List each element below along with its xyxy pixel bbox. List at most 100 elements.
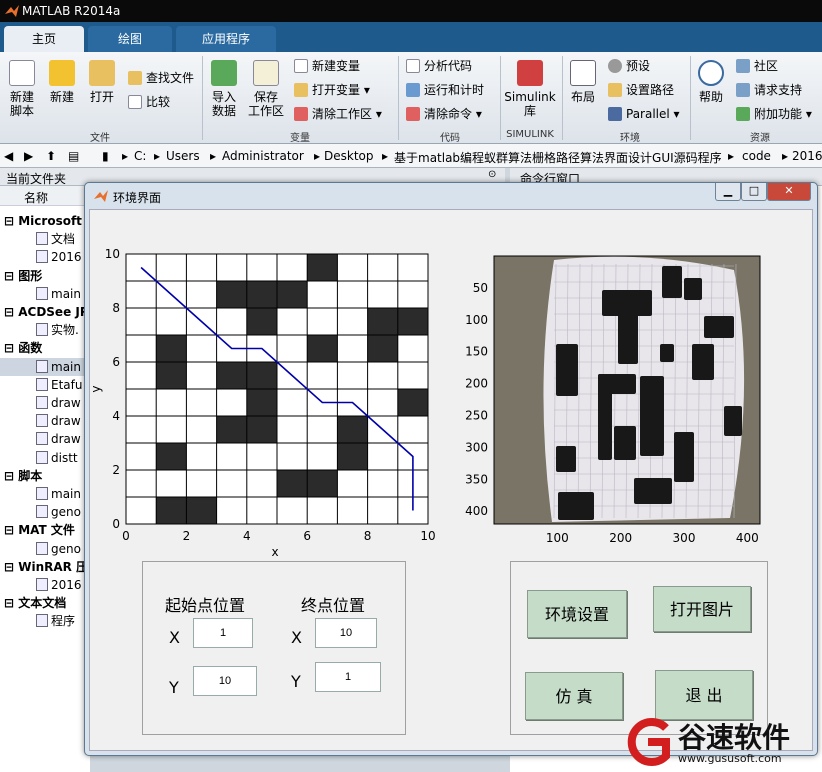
folder-group-header[interactable]: ⊟ 函数	[0, 339, 90, 357]
file-item[interactable]: 2016	[0, 576, 90, 594]
obstacle-cell	[216, 281, 247, 308]
save-workspace-button[interactable]: 保存 工作区	[246, 54, 286, 118]
x-tick-label: 100	[546, 531, 569, 545]
collapse-icon[interactable]: ⊟	[4, 305, 18, 319]
new-button[interactable]: 新建	[44, 54, 80, 104]
breadcrumb-part[interactable]: C:	[134, 149, 146, 163]
file-item[interactable]: draw	[0, 412, 90, 430]
x-tick-label: 300	[673, 531, 696, 545]
browse-folder-icon[interactable]: ▤	[68, 149, 79, 163]
folder-group-header[interactable]: ⊟ ACDSee JP	[0, 303, 90, 321]
collapse-icon[interactable]: ⊟	[4, 269, 18, 283]
help-button[interactable]: 帮助	[694, 54, 728, 104]
tab-apps[interactable]: 应用程序	[176, 26, 276, 52]
collapse-icon[interactable]: ⊟	[4, 469, 18, 483]
simulate-button[interactable]: 仿 真	[525, 672, 623, 720]
collapse-icon[interactable]: ⊟	[4, 560, 18, 574]
dialog-title-bar[interactable]: 环境界面 ▁ □ ✕	[89, 183, 815, 209]
folder-group-header[interactable]: ⊟ 脚本	[0, 467, 90, 485]
breadcrumb-part[interactable]: 2016	[792, 149, 822, 163]
collapse-icon[interactable]: ⊟	[4, 341, 18, 355]
file-item[interactable]: Etafu	[0, 376, 90, 394]
dialog-content: 0 2 4 6 8 10 0 2 4 6 8 10 x y 100 200 300 400 50 100 150 200…	[89, 209, 813, 751]
file-item[interactable]: 程序	[0, 612, 90, 630]
analyze-code-button[interactable]: 分析代码	[406, 56, 472, 76]
file-item[interactable]: geno	[0, 540, 90, 558]
collapse-icon[interactable]: ⊟	[4, 596, 18, 610]
open-variable-button[interactable]: 打开变量 ▾	[294, 80, 370, 100]
file-item[interactable]: 实物.	[0, 321, 90, 339]
start-x-input[interactable]	[193, 618, 253, 648]
clear-commands-button[interactable]: 清除命令 ▾	[406, 104, 482, 124]
back-arrow-icon[interactable]: ◀	[4, 149, 13, 163]
tab-home[interactable]: 主页	[4, 26, 84, 52]
folder-group-header[interactable]: ⊟ WinRAR 压	[0, 558, 90, 576]
y-tick-label: 50	[473, 281, 488, 295]
folder-group-header[interactable]: ⊟ Microsoft	[0, 212, 90, 230]
collapse-icon[interactable]: ⊟	[4, 214, 18, 228]
breadcrumb-part[interactable]: 基于matlab编程蚁群算法栅格路径算法界面设计GUI源码程序	[394, 149, 722, 166]
run-and-time-button[interactable]: 运行和计时	[406, 80, 484, 100]
layout-icon	[570, 60, 596, 86]
close-button[interactable]: ✕	[767, 183, 811, 201]
file-item[interactable]: geno	[0, 503, 90, 521]
obstacle-cell	[156, 362, 187, 389]
address-bar: ◀ ▶ ⬆ ▤ ▮ ▸ C: ▸ Users ▸ Administrator ▸…	[0, 144, 822, 168]
simulink-library-button[interactable]: Simulink 库	[504, 54, 556, 118]
file-item[interactable]: 文档	[0, 230, 90, 248]
request-support-button[interactable]: 请求支持	[736, 80, 802, 100]
simulink-icon	[517, 60, 543, 86]
file-icon	[36, 286, 48, 300]
column-header[interactable]: 名称	[0, 186, 90, 206]
minimize-button[interactable]: ▁	[715, 183, 741, 201]
find-files-button[interactable]: 查找文件	[128, 68, 194, 88]
clear-workspace-button[interactable]: 清除工作区 ▾	[294, 104, 382, 124]
new-variable-button[interactable]: 新建变量	[294, 56, 360, 76]
environment-settings-button[interactable]: 环境设置	[527, 590, 627, 638]
folder-group-header[interactable]: ⊟ 图形	[0, 267, 90, 285]
collapse-icon[interactable]: ⊟	[4, 523, 18, 537]
obstacle-block	[674, 432, 694, 482]
gear-icon	[608, 59, 622, 73]
forward-arrow-icon[interactable]: ▶	[24, 149, 33, 163]
file-icon	[36, 450, 48, 464]
open-image-button[interactable]: 打开图片	[653, 586, 751, 632]
layout-button[interactable]: 布局	[566, 54, 600, 104]
community-button[interactable]: 社区	[736, 56, 778, 76]
file-item[interactable]: main	[0, 285, 90, 303]
breadcrumb-part[interactable]: Users	[166, 149, 200, 163]
file-item[interactable]: main	[0, 485, 90, 503]
file-item[interactable]: draw	[0, 430, 90, 448]
up-folder-icon[interactable]: ⬆	[46, 149, 56, 163]
compare-button[interactable]: 比较	[128, 92, 170, 112]
support-icon	[736, 83, 750, 97]
file-item[interactable]: draw	[0, 394, 90, 412]
file-item[interactable]: distt	[0, 449, 90, 467]
obstacle-block	[660, 344, 674, 362]
breadcrumb-part[interactable]: Desktop	[324, 149, 374, 163]
environment-dialog: 环境界面 ▁ □ ✕ 0 2 4 6 8 10 0 2 4 6 8 10 x y 100 200 300 400…	[84, 182, 818, 756]
file-item[interactable]: 2016	[0, 248, 90, 266]
new-script-button[interactable]: 新建 脚本	[4, 54, 40, 118]
file-icon	[36, 614, 48, 628]
folder-group-header[interactable]: ⊟ MAT 文件	[0, 521, 90, 539]
folder-group-header[interactable]: ⊟ 文本文档	[0, 594, 90, 612]
end-x-input[interactable]	[315, 618, 377, 648]
file-item[interactable]: main	[0, 357, 90, 376]
import-data-button[interactable]: 导入 数据	[206, 54, 242, 118]
panel-menu-icon[interactable]: ⊙	[488, 169, 496, 180]
file-name: distt	[51, 450, 78, 465]
addons-button[interactable]: 附加功能 ▾	[736, 104, 812, 124]
breadcrumb-part[interactable]: code	[742, 149, 771, 163]
tab-plots[interactable]: 绘图	[88, 26, 172, 52]
maximize-button[interactable]: □	[741, 183, 767, 201]
set-path-button[interactable]: 设置路径	[608, 80, 674, 100]
start-y-input[interactable]	[193, 666, 257, 696]
preferences-button[interactable]: 预设	[608, 56, 650, 76]
breadcrumb-part[interactable]: Administrator	[222, 149, 304, 163]
parallel-button[interactable]: Parallel ▾	[608, 104, 680, 124]
open-button[interactable]: 打开	[84, 54, 120, 104]
file-name: WinRAR 压	[18, 559, 89, 574]
obstacle-cell	[216, 416, 247, 443]
end-y-input[interactable]	[315, 662, 381, 692]
